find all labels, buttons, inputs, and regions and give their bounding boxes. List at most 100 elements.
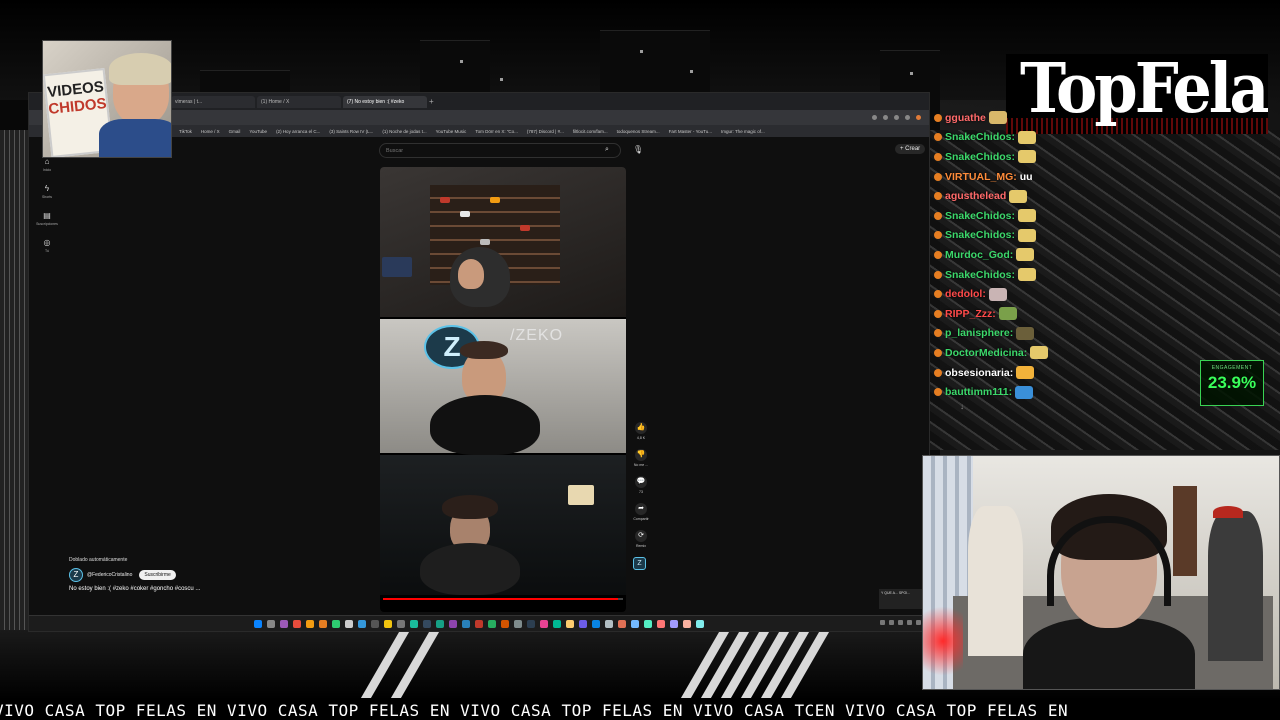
action-button[interactable]: 👍 4,8 K: [633, 422, 649, 440]
share-icon[interactable]: ➦: [635, 503, 647, 515]
chat-username[interactable]: gguathe: [945, 112, 986, 124]
taskbar-app-icon[interactable]: [358, 619, 366, 628]
extension-icon[interactable]: [883, 115, 888, 120]
taskbar-app-icon[interactable]: [566, 619, 574, 628]
taskbar-app-icon[interactable]: [254, 619, 262, 628]
bookmark-item[interactable]: todoquenos Stream...: [617, 129, 660, 134]
bookmark-item[interactable]: filtlocit.com/fam...: [573, 129, 608, 134]
chat-username[interactable]: dedolol:: [945, 288, 986, 300]
chat-scroll-down-icon[interactable]: ↓: [960, 402, 1134, 411]
like-icon[interactable]: 👍: [635, 422, 647, 434]
sidebar-item[interactable]: ◎ Tú: [35, 238, 59, 253]
chat-username[interactable]: agusthelead: [945, 190, 1006, 202]
channel-logo-icon[interactable]: Z: [633, 557, 646, 570]
chat-username[interactable]: SnakeChidos:: [945, 131, 1015, 143]
bookmark-item[interactable]: Home / X: [201, 129, 220, 134]
chat-username[interactable]: SnakeChidos:: [945, 269, 1015, 281]
bookmark-item[interactable]: Tom Dörr en X: "Co...: [475, 129, 518, 134]
dislike-icon[interactable]: 👎: [635, 449, 647, 461]
taskbar-app-icon[interactable]: [293, 619, 301, 628]
taskbar-app-icon[interactable]: [631, 619, 639, 628]
next-video-thumbnail[interactable]: Y QUE A... SPOI...: [879, 589, 925, 609]
chat-username[interactable]: VIRTUAL_MG:: [945, 171, 1017, 183]
browser-tab-active[interactable]: (7) No estoy bien :( #zeko: [343, 95, 427, 108]
taskbar-app-icon[interactable]: [280, 619, 288, 628]
taskbar-app-icon[interactable]: [475, 619, 483, 628]
profile-icon[interactable]: [916, 115, 921, 120]
bookmark-item[interactable]: Gmail: [229, 129, 241, 134]
bookmark-item[interactable]: (3) Saints Row IV (L...: [329, 129, 373, 134]
taskbar-app-icon[interactable]: [540, 619, 548, 628]
taskbar-app-icon[interactable]: [267, 619, 275, 628]
taskbar-app-icon[interactable]: [605, 619, 613, 628]
video-title[interactable]: No estoy bien :( #zeko #coker #goncho #c…: [69, 586, 329, 592]
bookmark-item[interactable]: Imgur: The magic of...: [721, 129, 765, 134]
taskbar-app-icon[interactable]: [514, 619, 522, 628]
search-input[interactable]: Buscar: [379, 143, 621, 158]
action-button[interactable]: 💬 73: [633, 476, 649, 494]
chat-username[interactable]: SnakeChidos:: [945, 229, 1015, 241]
taskbar-app-icon[interactable]: [696, 619, 704, 628]
chat-username[interactable]: Murdoc_God:: [945, 249, 1013, 261]
search-icon[interactable]: ⌕: [605, 146, 609, 154]
short-video-player[interactable]: Z /ZEKO: [380, 167, 626, 612]
subscribe-button[interactable]: Suscribirme: [139, 570, 176, 580]
sidebar-item[interactable]: ϟ Shorts: [35, 184, 59, 199]
taskbar-app-icon[interactable]: [397, 619, 405, 628]
taskbar-app-icon[interactable]: [670, 619, 678, 628]
taskbar-app-icon[interactable]: [683, 619, 691, 628]
taskbar-app-icon[interactable]: [644, 619, 652, 628]
video-progress-bar[interactable]: [383, 598, 623, 600]
action-button[interactable]: ⟳ Remix: [633, 530, 649, 548]
remix-icon[interactable]: ⟳: [635, 530, 647, 542]
taskbar-app-icon[interactable]: [332, 619, 340, 628]
browser-tab[interactable]: vimeras | t...: [171, 95, 255, 108]
extension-icon[interactable]: [905, 115, 910, 120]
taskbar-app-icon[interactable]: [527, 619, 535, 628]
taskbar-app-icon[interactable]: [553, 619, 561, 628]
action-button[interactable]: ➦ Compartir: [633, 503, 649, 521]
taskbar-app-icon[interactable]: [488, 619, 496, 628]
bookmark-item[interactable]: (787) Discord | #...: [527, 129, 564, 134]
bookmark-item[interactable]: (2) Hoy arranca el C...: [276, 129, 320, 134]
taskbar-app-icon[interactable]: [423, 619, 431, 628]
taskbar-app-icon[interactable]: [449, 619, 457, 628]
taskbar-app-icon[interactable]: [371, 619, 379, 628]
comment-icon[interactable]: 💬: [635, 476, 647, 488]
taskbar-app-icon[interactable]: [592, 619, 600, 628]
bookmark-item[interactable]: YouTube Music: [436, 129, 467, 134]
taskbar-app-icon[interactable]: [462, 619, 470, 628]
taskbar-app-icon[interactable]: [618, 619, 626, 628]
action-button[interactable]: 👎 No me ...: [633, 449, 649, 467]
bookmark-item[interactable]: TikTok: [179, 129, 192, 134]
chat-username[interactable]: bauttimm111:: [945, 386, 1012, 398]
taskbar-app-icon[interactable]: [410, 619, 418, 628]
taskbar-app-icon[interactable]: [384, 619, 392, 628]
extension-icon[interactable]: [894, 115, 899, 120]
taskbar-app-icon[interactable]: [436, 619, 444, 628]
sidebar-item[interactable]: ⌂ Inicio: [35, 157, 59, 172]
taskbar-app-icon[interactable]: [501, 619, 509, 628]
channel-name[interactable]: @FedericoCristalino: [87, 572, 132, 578]
sidebar-item[interactable]: ▤ Suscripciones: [35, 211, 59, 226]
channel-avatar[interactable]: Z: [69, 568, 83, 582]
chat-username[interactable]: SnakeChidos:: [945, 210, 1015, 222]
taskbar-app-icon[interactable]: [657, 619, 665, 628]
chat-username[interactable]: RIPP_Zzz:: [945, 308, 996, 320]
taskbar-app-icon[interactable]: [579, 619, 587, 628]
taskbar-app-icon[interactable]: [306, 619, 314, 628]
create-button[interactable]: + Crear: [895, 144, 926, 154]
chat-username[interactable]: p_lanisphere:: [945, 327, 1013, 339]
chat-username[interactable]: DoctorMedicina:: [945, 347, 1027, 359]
new-tab-button[interactable]: +: [429, 97, 439, 106]
chat-username[interactable]: SnakeChidos:: [945, 151, 1015, 163]
taskbar-app-icon[interactable]: [319, 619, 327, 628]
browser-tab[interactable]: (1) Home / X: [257, 95, 341, 108]
bookmark-item[interactable]: Fart Master - YouTu...: [669, 129, 712, 134]
extension-icons[interactable]: [872, 115, 921, 120]
chat-username[interactable]: obsesionaria:: [945, 367, 1013, 379]
bookmark-item[interactable]: (1) Noche de jodas t...: [382, 129, 426, 134]
bookmark-item[interactable]: YouTube: [249, 129, 267, 134]
extension-icon[interactable]: [872, 115, 877, 120]
taskbar-app-icon[interactable]: [345, 619, 353, 628]
